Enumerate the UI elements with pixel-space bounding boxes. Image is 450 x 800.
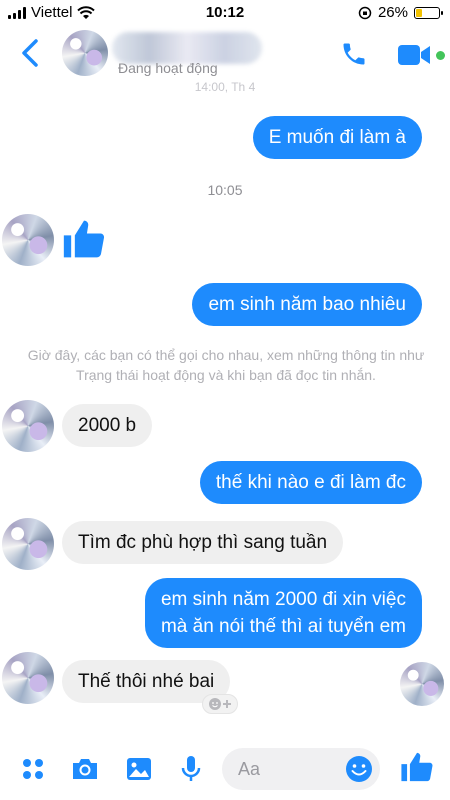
system-notice: Giờ đây, các bạn có thể gọi cho nhau, xe… — [27, 347, 425, 383]
like-icon[interactable] — [62, 216, 106, 262]
contact-avatar[interactable] — [62, 30, 108, 76]
battery-fill — [416, 8, 422, 17]
previous-timestamp: 14:00, Th 4 — [194, 80, 256, 94]
video-camera-icon[interactable] — [398, 44, 432, 66]
outgoing-message[interactable]: em sinh năm bao nhiêu — [192, 283, 422, 326]
composer-bar: Aa — [0, 740, 450, 800]
message-input[interactable]: Aa — [222, 748, 380, 790]
gallery-icon[interactable] — [124, 754, 154, 784]
message-timestamp: 10:05 — [207, 182, 243, 198]
contact-avatar-small[interactable] — [2, 518, 54, 570]
status-bar: Viettel 10:12 26% — [0, 0, 450, 26]
back-icon[interactable] — [18, 38, 42, 68]
apps-icon[interactable] — [18, 754, 48, 784]
outgoing-message-multiline[interactable]: em sinh năm 2000 đi xin việc mà ăn nói t… — [144, 578, 422, 648]
emoji-icon[interactable] — [344, 754, 374, 784]
outgoing-message[interactable]: E muốn đi làm à — [252, 116, 422, 159]
read-receipt-avatar — [400, 662, 444, 706]
battery-group: 26% — [358, 4, 443, 21]
message-input-placeholder: Aa — [238, 759, 261, 779]
conversation-header: Đang hoạt động — [0, 26, 450, 84]
contact-avatar-small[interactable] — [2, 652, 54, 704]
outgoing-message[interactable]: thế khi nào e đi làm đc — [199, 461, 422, 504]
add-reaction-icon — [209, 698, 231, 710]
active-status: Đang hoạt động — [118, 60, 218, 76]
contact-avatar-small[interactable] — [2, 400, 54, 452]
message-line: em sinh năm 2000 đi xin việc — [160, 589, 406, 610]
battery-icon — [414, 6, 443, 19]
incoming-message[interactable]: 2000 b — [62, 404, 153, 447]
online-indicator — [436, 51, 445, 60]
incoming-message[interactable]: Tìm đc phù hợp thì sang tuần — [62, 521, 344, 564]
microphone-icon[interactable] — [176, 754, 206, 784]
like-icon[interactable] — [400, 750, 434, 784]
rotation-lock-icon — [358, 6, 372, 19]
contact-avatar-small[interactable] — [2, 214, 54, 266]
battery-percent: 26% — [377, 4, 408, 21]
message-line: mà ăn nói thế thì ai tuyển em — [160, 616, 406, 637]
camera-icon[interactable] — [70, 754, 100, 784]
phone-icon[interactable] — [340, 40, 368, 68]
add-reaction-button[interactable] — [202, 694, 238, 714]
